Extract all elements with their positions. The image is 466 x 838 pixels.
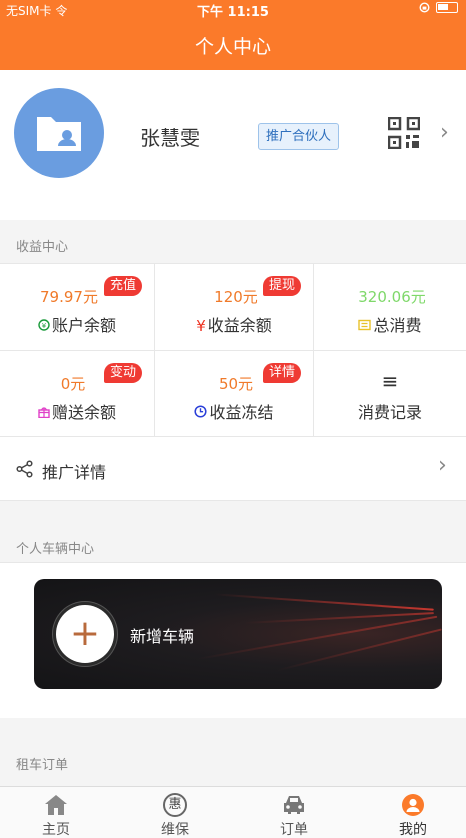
records-list-icon: ≡ xyxy=(381,369,399,393)
status-right xyxy=(419,2,458,13)
income-balance-label: ¥ 收益余额 xyxy=(155,312,313,336)
account-balance-label: ¥ 账户余额 xyxy=(0,312,154,336)
clock: 下午 11:15 xyxy=(197,5,269,20)
earnings-cell-income-balance[interactable]: 120元 ¥ 收益余额 提现 xyxy=(155,264,314,351)
income-balance-label-text: 收益余额 xyxy=(207,316,272,335)
qr-code-icon[interactable] xyxy=(388,117,420,149)
tab-home[interactable]: 主页 xyxy=(16,793,96,838)
profile-card[interactable]: 张慧雯 推广合伙人 › xyxy=(0,70,466,220)
tab-orders-label: 订单 xyxy=(280,822,308,838)
plus-icon: + xyxy=(69,613,101,654)
add-vehicle-label: 新增车辆 xyxy=(130,627,195,646)
promo-chevron-icon: › xyxy=(438,453,447,478)
earnings-section-title: 收益中心 xyxy=(16,240,69,255)
tab-mine-label: 我的 xyxy=(399,822,427,838)
receipt-icon xyxy=(358,319,372,334)
vehicle-section-title: 个人车辆中心 xyxy=(16,542,95,557)
page: 无SIM卡 令 下午 11:15 个人中心 张慧雯 推广合伙人 › 收益中心 7… xyxy=(0,0,466,838)
page-title: 个人中心 xyxy=(194,36,271,58)
rental-section-title: 租车订单 xyxy=(16,758,69,773)
clock-icon xyxy=(194,405,208,421)
earnings-cell-gift-balance[interactable]: 0元 赠送余额 变动 xyxy=(0,351,155,438)
profile-chevron-icon[interactable]: › xyxy=(440,120,449,145)
promo-details-label: 推广详情 xyxy=(42,463,107,482)
tab-maintenance[interactable]: 惠 维保 xyxy=(135,793,215,838)
header-bar: 无SIM卡 令 下午 11:15 个人中心 xyxy=(0,0,466,70)
username: 张慧雯 xyxy=(140,126,200,150)
gift-icon xyxy=(38,407,50,421)
svg-text:¥: ¥ xyxy=(42,322,47,330)
earnings-cell-account-balance[interactable]: 79.97元 ¥ 账户余额 充值 xyxy=(0,264,155,351)
vehicle-section: + 新增车辆 xyxy=(0,562,466,718)
gift-balance-label: 赠送余额 xyxy=(0,399,154,423)
earnings-cell-frozen[interactable]: 50元 收益冻结 详情 xyxy=(155,351,314,438)
coin-icon: ¥ xyxy=(38,319,50,334)
avatar[interactable] xyxy=(14,88,104,178)
tab-mine[interactable]: 我的 xyxy=(373,793,453,838)
light-streak xyxy=(214,593,434,611)
tab-bar: 主页 惠 维保 订单 我的 xyxy=(0,786,466,838)
earnings-cell-records[interactable]: ≡ 消费记录 xyxy=(314,351,466,438)
orientation-lock-icon xyxy=(419,2,430,13)
home-icon xyxy=(45,795,67,815)
add-vehicle-card[interactable]: + 新增车辆 xyxy=(34,579,442,689)
tab-home-label: 主页 xyxy=(42,822,70,838)
withdraw-badge[interactable]: 提现 xyxy=(263,276,302,296)
promo-details-row[interactable]: 推广详情 › xyxy=(0,437,466,501)
partner-tag: 推广合伙人 xyxy=(258,123,340,150)
folder-user-icon xyxy=(37,117,81,151)
user-icon xyxy=(402,794,424,816)
recharge-badge[interactable]: 充值 xyxy=(104,276,143,296)
share-icon xyxy=(16,460,33,478)
tab-maintenance-label: 维保 xyxy=(161,822,189,838)
yen-icon: ¥ xyxy=(196,317,206,335)
earnings-grid: 79.97元 ¥ 账户余额 充值 120元 ¥ 收益余额 提现 320.06元 总消… xyxy=(0,263,466,438)
status-bar: 无SIM卡 令 下午 11:15 xyxy=(0,0,466,20)
change-badge[interactable]: 变动 xyxy=(104,363,143,383)
frozen-label: 收益冻结 xyxy=(155,399,313,423)
total-spend-label-text: 总消费 xyxy=(373,316,422,335)
details-badge[interactable]: 详情 xyxy=(263,363,302,383)
total-spend-label: 总消费 xyxy=(314,312,466,336)
gift-balance-label-text: 赠送余额 xyxy=(51,403,116,422)
earnings-cell-total-spend[interactable]: 320.06元 总消费 xyxy=(314,264,466,351)
tab-orders[interactable]: 订单 xyxy=(254,793,334,838)
car-icon xyxy=(284,796,304,814)
add-vehicle-button[interactable]: + xyxy=(56,605,114,663)
light-streak xyxy=(276,628,442,672)
maintenance-icon: 惠 xyxy=(163,793,187,817)
account-balance-label-text: 账户余额 xyxy=(51,316,116,335)
total-spend-value: 320.06元 xyxy=(358,288,426,306)
records-label: 消费记录 xyxy=(357,403,422,422)
frozen-label-text: 收益冻结 xyxy=(209,403,274,422)
battery-icon xyxy=(436,2,458,13)
